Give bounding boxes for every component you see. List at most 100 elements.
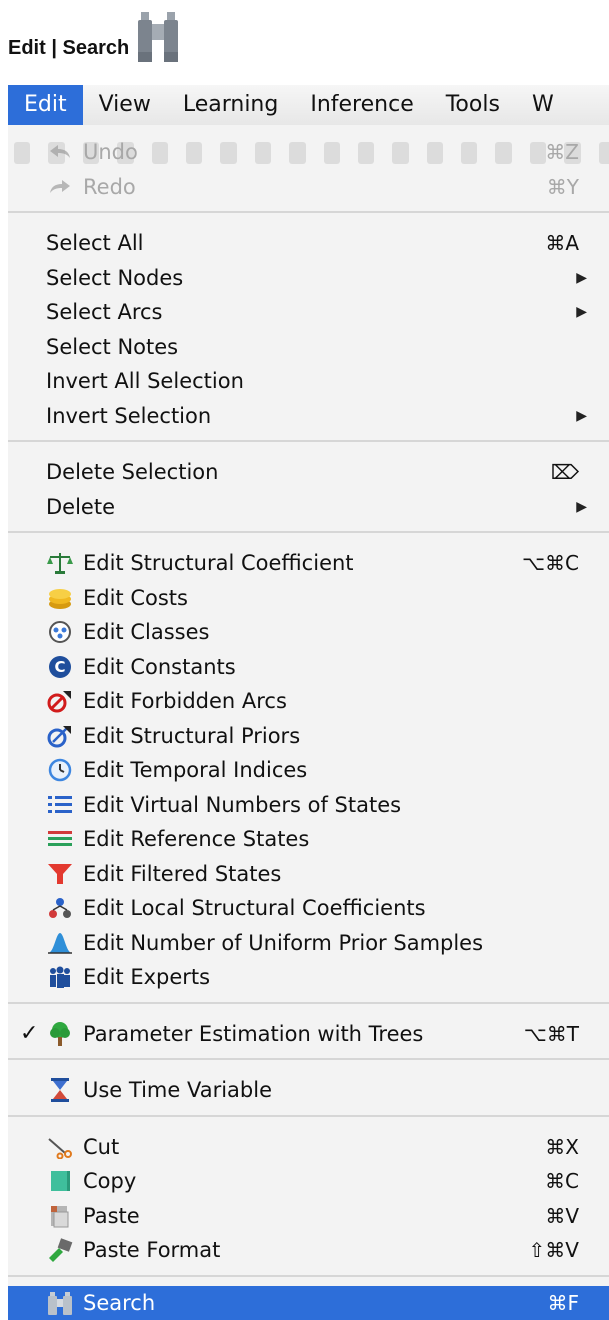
keyboard-shortcut: ⌘F xyxy=(547,1291,579,1315)
menu-separator xyxy=(8,211,609,213)
menu-item-paste[interactable]: Paste ⌘V xyxy=(8,1199,609,1233)
menu-separator xyxy=(8,1274,609,1277)
keyboard-shortcut: ⌥⌘C xyxy=(521,551,579,575)
menubar-item-inference[interactable]: Inference xyxy=(294,85,429,125)
menu-item-label: Paste Format xyxy=(83,1238,221,1262)
menu-item-edit-structural-priors[interactable]: Edit Structural Priors xyxy=(8,719,609,753)
tree-icon xyxy=(46,1021,74,1047)
binoculars-icon xyxy=(135,8,181,64)
menu-item-invert-selection[interactable]: Invert Selection ▶ xyxy=(8,399,609,433)
menu-item-edit-temporal-indices[interactable]: Edit Temporal Indices xyxy=(8,753,609,787)
menu-item-edit-constants[interactable]: C Edit Constants xyxy=(8,650,609,684)
keyboard-shortcut: ⌥⌘T xyxy=(523,1021,579,1046)
keyboard-shortcut: ⌦ xyxy=(550,460,579,484)
menu-separator xyxy=(8,1114,609,1117)
menubar-item-learning[interactable]: Learning xyxy=(167,85,295,125)
menu-item-label: Select Notes xyxy=(46,334,179,359)
menu-item-edit-experts[interactable]: Edit Experts xyxy=(8,960,609,994)
menu-item-edit-structural-coefficient[interactable]: Edit Structural Coefficient ⌥⌘C xyxy=(8,546,609,580)
menu-item-parameter-estimation-with-trees[interactable]: ✓ Parameter Estimation with Trees ⌥⌘T xyxy=(8,1017,609,1051)
menu-item-label: Edit Reference States xyxy=(83,827,310,851)
menu-item-invert-all-selection[interactable]: Invert All Selection xyxy=(8,364,609,398)
forbidden-arc-icon xyxy=(46,688,74,714)
submenu-arrow-icon: ▶ xyxy=(576,269,587,286)
prior-arc-icon xyxy=(46,723,74,749)
redo-icon xyxy=(46,174,74,200)
menu-item-use-time-variable[interactable]: Use Time Variable xyxy=(8,1073,609,1107)
paste-icon xyxy=(46,1203,74,1229)
menu-item-label: Cut xyxy=(83,1134,120,1159)
menu-item-label: Invert All Selection xyxy=(46,369,244,393)
menu-separator xyxy=(8,1058,609,1060)
menu-item-label: Edit Temporal Indices xyxy=(83,758,308,782)
menu-item-select-all[interactable]: Select All ⌘A xyxy=(8,226,609,260)
menubar-item-tools[interactable]: Tools xyxy=(430,85,516,125)
menu-item-search[interactable]: Search ⌘F xyxy=(8,1286,609,1320)
scissors-icon xyxy=(46,1134,74,1160)
page-header: Edit | Search xyxy=(8,8,181,64)
submenu-arrow-icon: ▶ xyxy=(576,304,587,320)
menubar-item-edit[interactable]: Edit xyxy=(8,85,83,125)
menu-item-edit-number-of-uniform-prior-samples[interactable]: Edit Number of Uniform Prior Samples xyxy=(8,926,609,960)
copy-icon xyxy=(46,1168,74,1194)
bell-curve-icon xyxy=(46,930,74,956)
keyboard-shortcut: ⇧⌘V xyxy=(528,1238,579,1262)
menu-item-label: Search xyxy=(83,1291,156,1315)
local-structure-icon xyxy=(46,895,74,921)
menu-item-label: Edit Structural Coefficient xyxy=(83,551,354,575)
menu-item-paste-format[interactable]: Paste Format ⇧⌘V xyxy=(8,1233,609,1267)
menu-separator xyxy=(8,531,609,533)
coins-icon xyxy=(46,585,74,611)
menu-item-label: Edit Local Structural Coefficients xyxy=(83,896,426,920)
menu-item-label: Copy xyxy=(83,1169,137,1193)
keyboard-shortcut: ⌘A xyxy=(545,231,579,255)
filter-icon xyxy=(46,861,74,887)
menu-item-label: Use Time Variable xyxy=(83,1078,272,1102)
menu-item-edit-reference-states[interactable]: Edit Reference States xyxy=(8,822,609,856)
reference-lines-icon xyxy=(46,826,74,852)
edit-menu-dropdown: Undo ⌘Z Redo ⌘Y Select All ⌘A Select Nodes ▶ Sel… xyxy=(8,125,609,1320)
menu-item-delete-selection[interactable]: Delete Selection ⌦ xyxy=(8,455,609,489)
classes-icon xyxy=(46,619,74,645)
menu-item-label: Edit Costs xyxy=(83,585,188,610)
menu-item-edit-costs[interactable]: Edit Costs xyxy=(8,581,609,615)
menu-item-copy[interactable]: Copy ⌘C xyxy=(8,1164,609,1198)
menu-item-label: Select All xyxy=(46,231,144,255)
menu-item-select-arcs[interactable]: Select Arcs ▶ xyxy=(8,295,609,329)
menu-item-edit-forbidden-arcs[interactable]: Edit Forbidden Arcs xyxy=(8,684,609,718)
clock-icon xyxy=(46,757,74,783)
menubar-item-view[interactable]: View xyxy=(83,85,167,125)
keyboard-shortcut: ⌘V xyxy=(545,1203,579,1228)
menu-item-label: Select Nodes xyxy=(46,265,184,290)
menu-item-redo: Redo ⌘Y xyxy=(8,170,609,204)
menu-item-label: Edit Constants xyxy=(83,654,236,679)
numbered-list-icon xyxy=(46,792,74,818)
binoculars-icon xyxy=(46,1290,74,1316)
menu-item-label: Edit Number of Uniform Prior Samples xyxy=(83,930,484,955)
menu-item-select-notes[interactable]: Select Notes xyxy=(8,330,609,364)
keyboard-shortcut: ⌘Y xyxy=(546,174,579,199)
menu-item-label: Edit Structural Priors xyxy=(83,723,301,748)
menu-item-edit-virtual-numbers-of-states[interactable]: Edit Virtual Numbers of States xyxy=(8,788,609,822)
menu-separator xyxy=(8,440,609,442)
experts-icon xyxy=(46,964,74,990)
menu-item-label: Redo xyxy=(83,174,136,199)
menu-item-label: Delete xyxy=(46,494,115,519)
menu-item-edit-filtered-states[interactable]: Edit Filtered States xyxy=(8,857,609,891)
keyboard-shortcut: ⌘Z xyxy=(545,140,579,164)
menu-item-label: Undo xyxy=(83,140,138,164)
menu-item-undo: Undo ⌘Z xyxy=(8,135,609,169)
menubar-item-w[interactable]: W xyxy=(516,85,570,125)
svg-text:C: C xyxy=(54,658,65,676)
menu-item-delete[interactable]: Delete ▶ xyxy=(8,490,609,524)
menu-item-select-nodes[interactable]: Select Nodes ▶ xyxy=(8,261,609,295)
menu-item-edit-local-structural-coefficients[interactable]: Edit Local Structural Coefficients xyxy=(8,891,609,925)
menu-item-label: Edit Classes xyxy=(83,620,210,644)
page-title: Edit | Search xyxy=(8,37,130,59)
menu-item-label: Edit Experts xyxy=(83,965,211,989)
menu-separator xyxy=(8,1001,609,1004)
submenu-arrow-icon: ▶ xyxy=(576,498,587,515)
menu-item-cut[interactable]: Cut ⌘X xyxy=(8,1130,609,1164)
menu-item-edit-classes[interactable]: Edit Classes xyxy=(8,615,609,649)
menu-item-label: Invert Selection xyxy=(46,403,212,428)
